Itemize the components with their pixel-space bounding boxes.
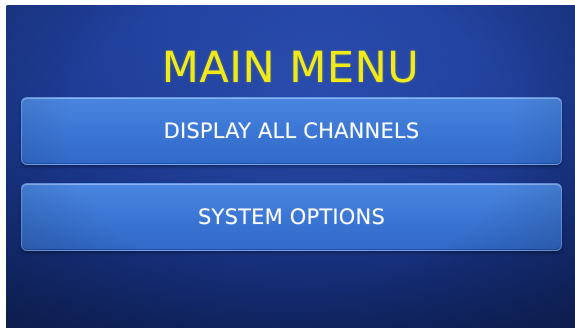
- display-all-channels-button[interactable]: DISPLAY ALL CHANNELS: [21, 97, 562, 165]
- system-options-label: SYSTEM OPTIONS: [198, 205, 385, 229]
- display-all-channels-label: DISPLAY ALL CHANNELS: [163, 119, 420, 143]
- system-options-button[interactable]: SYSTEM OPTIONS: [21, 183, 562, 251]
- page-title: MAIN MENU: [161, 43, 420, 93]
- device-screen: MAIN MENU DISPLAY ALL CHANNELS SYSTEM OP…: [6, 5, 575, 328]
- page: MAIN MENU DISPLAY ALL CHANNELS SYSTEM OP…: [0, 0, 575, 328]
